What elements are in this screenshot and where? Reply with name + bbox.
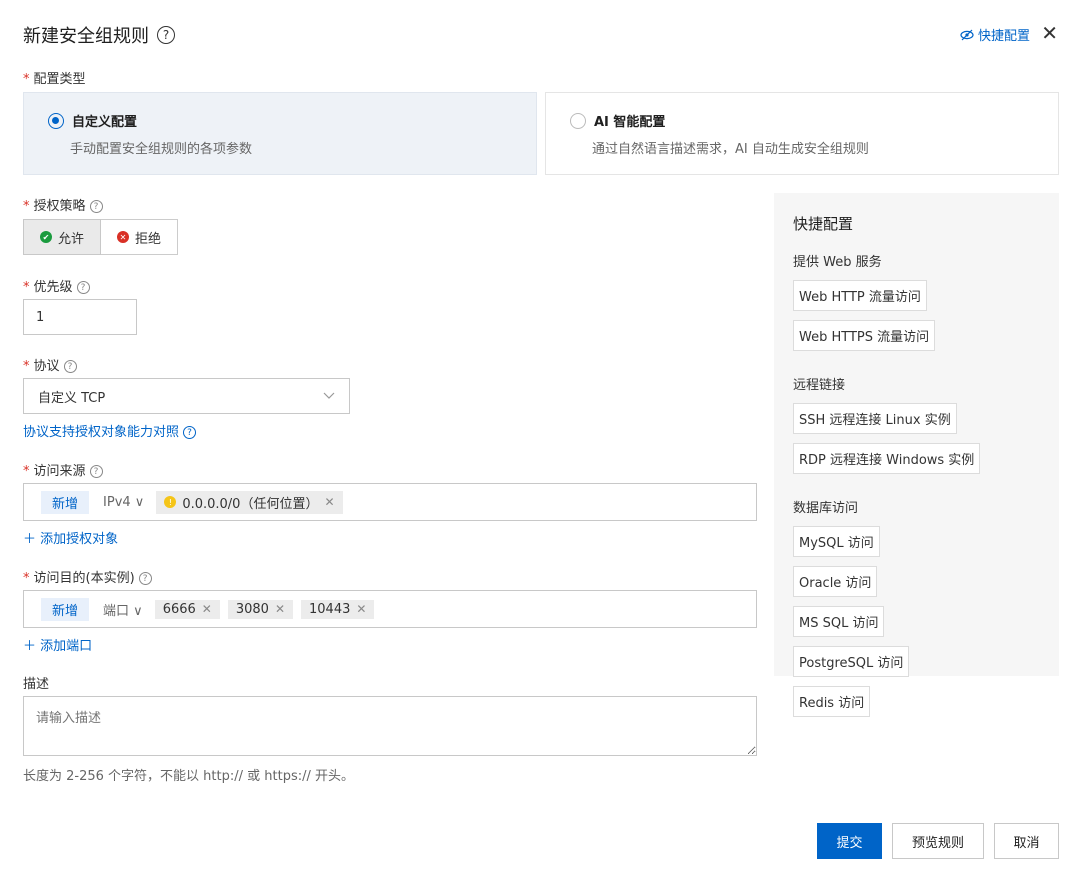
source-label: * 访问来源?: [23, 460, 103, 479]
source-input[interactable]: 新增 IPv4 ∨ ! 0.0.0.0/0（任何位置） ✕: [23, 483, 757, 521]
quick-group-title: 提供 Web 服务: [793, 255, 882, 270]
quick-item[interactable]: PostgreSQL 访问: [793, 646, 910, 677]
protocol-compat-link[interactable]: 协议支持授权对象能力对照?: [23, 421, 197, 440]
add-port-link[interactable]: ＋ 添加端口: [23, 635, 92, 654]
plus-icon: ＋: [23, 532, 37, 547]
help-icon[interactable]: ?: [157, 26, 175, 44]
policy-deny-label: 拒绝: [135, 231, 162, 247]
source-chip-label: 0.0.0.0/0（任何位置）: [182, 496, 319, 512]
ip-type-select[interactable]: IPv4 ∨: [103, 495, 144, 510]
quick-item[interactable]: RDP 远程连接 Windows 实例: [793, 443, 981, 474]
dest-input[interactable]: 新增 端口 ∨ 6666 ✕ 3080 ✕ 10443 ✕: [23, 590, 757, 628]
option-title: 自定义配置: [72, 115, 138, 130]
config-option-ai[interactable]: AI 智能配置 通过自然语言描述需求，AI 自动生成安全组规则: [545, 92, 1059, 175]
radio-ai[interactable]: [570, 112, 586, 129]
option-desc: 手动配置安全组规则的各项参数: [70, 142, 253, 157]
warning-icon: !: [164, 496, 177, 508]
quick-config-link-label: 快捷配置: [977, 29, 1030, 44]
protocol-select[interactable]: 自定义 TCP: [23, 378, 350, 414]
help-icon[interactable]: ?: [89, 465, 103, 478]
new-tag: 新增: [41, 597, 90, 621]
quick-item[interactable]: Oracle 访问: [793, 566, 878, 597]
quick-item[interactable]: MS SQL 访问: [793, 606, 885, 637]
help-icon: ?: [183, 426, 197, 439]
help-icon[interactable]: ?: [89, 200, 103, 213]
check-circle-icon: ✔: [40, 231, 52, 243]
priority-value: 1: [36, 309, 45, 325]
remove-icon[interactable]: ✕: [275, 602, 285, 616]
protocol-value: 自定义 TCP: [38, 390, 106, 406]
eye-off-icon: [960, 29, 974, 40]
dest-label: * 访问目的(本实例)?: [23, 567, 152, 586]
quick-item[interactable]: Web HTTP 流量访问: [793, 280, 927, 311]
config-option-custom[interactable]: 自定义配置 手动配置安全组规则的各项参数: [23, 92, 537, 175]
plus-icon: ＋: [23, 639, 37, 654]
add-source-link[interactable]: ＋ 添加授权对象: [23, 528, 118, 547]
dialog-title-text: 新建安全组规则: [23, 26, 149, 47]
protocol-label: * 协议?: [23, 355, 77, 374]
close-icon[interactable]: ✕: [1041, 19, 1058, 47]
desc-label: 描述: [23, 677, 50, 692]
policy-segment: ✔ 允许 ✕ 拒绝: [23, 219, 179, 255]
remove-icon[interactable]: ✕: [324, 495, 334, 509]
port-chip: 10443 ✕: [301, 599, 375, 619]
quick-item[interactable]: MySQL 访问: [793, 526, 880, 557]
x-circle-icon: ✕: [117, 231, 130, 243]
preview-button[interactable]: 预览规则: [892, 823, 984, 859]
help-icon[interactable]: ?: [63, 360, 77, 373]
help-icon[interactable]: ?: [138, 572, 152, 585]
chevron-down-icon: [323, 392, 335, 399]
quick-item[interactable]: Web HTTPS 流量访问: [793, 320, 936, 351]
dialog-title: 新建安全组规则 ?: [23, 22, 175, 48]
policy-label: * 授权策略?: [23, 195, 103, 214]
policy-deny-button[interactable]: ✕ 拒绝: [101, 219, 179, 255]
policy-allow-label: 允许: [58, 231, 85, 247]
quick-panel-title: 快捷配置: [793, 215, 854, 233]
remove-icon[interactable]: ✕: [202, 602, 212, 616]
port-chip: 3080 ✕: [227, 599, 293, 619]
priority-input[interactable]: 1: [23, 299, 137, 335]
quick-config-link[interactable]: 快捷配置: [960, 25, 1030, 44]
desc-hint: 长度为 2-256 个字符，不能以 http:// 或 https:// 开头。: [23, 769, 354, 784]
quick-group-title: 数据库访问: [793, 501, 859, 516]
cancel-button[interactable]: 取消: [994, 823, 1059, 859]
quick-item[interactable]: SSH 远程连接 Linux 实例: [793, 403, 957, 434]
quick-group-title: 远程链接: [793, 378, 846, 393]
quick-item[interactable]: Redis 访问: [793, 686, 871, 717]
option-title: AI 智能配置: [594, 115, 666, 130]
submit-button[interactable]: 提交: [817, 823, 882, 859]
new-tag: 新增: [41, 490, 90, 514]
quick-config-panel: 快捷配置 提供 Web 服务 Web HTTP 流量访问 Web HTTPS 流…: [774, 193, 1059, 717]
port-chip: 6666 ✕: [154, 599, 220, 619]
priority-label: * 优先级?: [23, 276, 90, 295]
source-chip: ! 0.0.0.0/0（任何位置） ✕: [156, 490, 343, 514]
config-type-label: * 配置类型: [23, 72, 86, 87]
help-icon[interactable]: ?: [76, 281, 90, 294]
remove-icon[interactable]: ✕: [356, 602, 366, 616]
option-desc: 通过自然语言描述需求，AI 自动生成安全组规则: [592, 142, 869, 157]
port-type-select[interactable]: 端口 ∨: [103, 600, 143, 619]
radio-custom[interactable]: [48, 112, 64, 129]
policy-allow-button[interactable]: ✔ 允许: [23, 219, 102, 255]
desc-textarea[interactable]: [23, 696, 757, 756]
